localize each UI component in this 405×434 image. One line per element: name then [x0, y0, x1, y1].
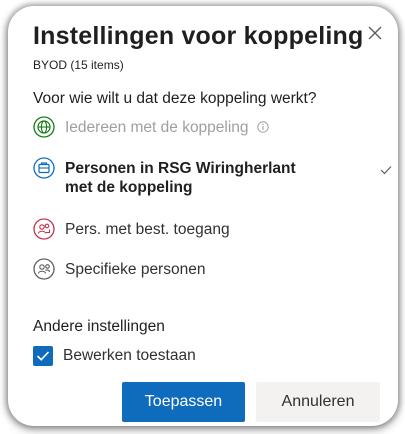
option-organization-label: Personen in RSG Wiringherlant met de kop… [65, 157, 296, 197]
apply-button[interactable]: Toepassen [122, 382, 245, 422]
dialog-title: Instellingen voor koppeling [33, 22, 364, 50]
option-everyone-label: Iedereen met de koppeling [65, 116, 269, 138]
audience-question: Voor wie wilt u dat deze koppeling werkt… [33, 90, 317, 107]
option-specific-people-label: Specifieke personen [65, 261, 206, 278]
other-settings-title: Andere instellingen [33, 318, 165, 335]
checkmark-icon [380, 162, 392, 180]
building-icon [33, 157, 55, 179]
link-settings-dialog: Instellingen voor koppeling BYOD (15 ite… [8, 6, 398, 426]
option-everyone: Iedereen met de koppeling [33, 116, 269, 138]
close-icon[interactable] [366, 24, 384, 42]
option-organization-line2: met de koppeling [65, 179, 193, 196]
option-specific-people[interactable]: Specifieke personen [33, 258, 205, 280]
dialog-subtitle: BYOD (15 items) [33, 58, 124, 72]
option-everyone-text: Iedereen met de koppeling [65, 119, 249, 136]
option-existing-access[interactable]: Pers. met best. toegang [33, 218, 230, 240]
specific-people-icon [33, 258, 55, 280]
globe-icon [33, 116, 55, 138]
people-access-icon [33, 218, 55, 240]
cancel-button[interactable]: Annuleren [256, 382, 380, 422]
option-organization[interactable]: Personen in RSG Wiringherlant met de kop… [33, 157, 296, 197]
option-existing-access-label: Pers. met best. toegang [65, 221, 230, 238]
info-icon[interactable] [257, 119, 269, 138]
allow-edit-checkbox[interactable] [33, 346, 53, 366]
allow-edit-label: Bewerken toestaan [63, 347, 196, 364]
checkbox-check-icon [36, 351, 50, 361]
option-organization-line1: Personen in RSG Wiringherlant [65, 160, 296, 177]
allow-edit-checkbox-row[interactable]: Bewerken toestaan [33, 346, 196, 366]
